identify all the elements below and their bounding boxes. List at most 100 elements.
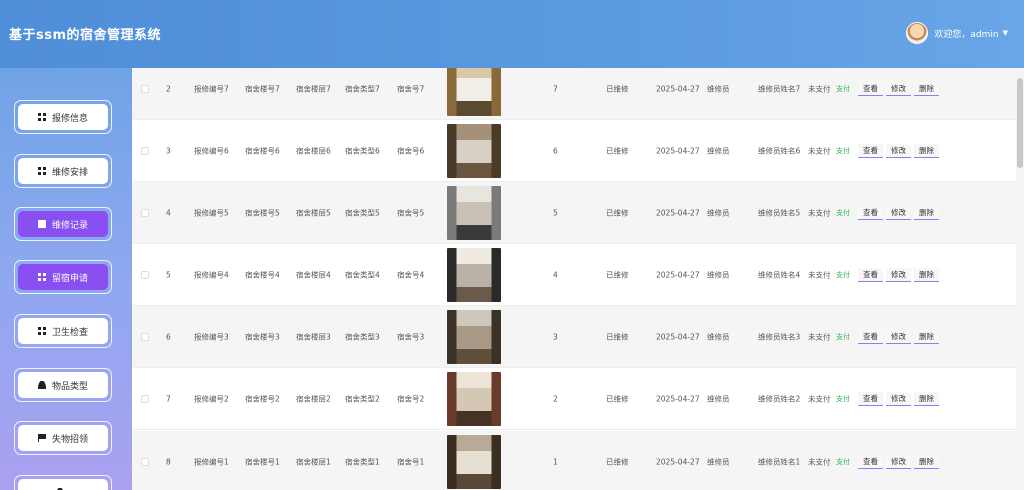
dorm-photo[interactable]	[447, 434, 501, 489]
grid-icon	[37, 167, 46, 175]
dorm-photo[interactable]	[447, 68, 501, 116]
table-row: 5 报修编号4 宿舍楼号4 宿舍楼层4 宿舍类型4 宿舍号4 4 已维修 202…	[132, 244, 1024, 306]
top-bar: 基于ssm的宿舍管理系统 欢迎您，admin ▼	[0, 0, 1024, 68]
payment-status: 未支付	[808, 457, 831, 466]
edit-button[interactable]: 修改	[886, 329, 911, 344]
repair-date: 2025-04-27	[656, 457, 700, 466]
row-index: 2	[166, 84, 171, 93]
repair-status: 已维修	[606, 84, 629, 93]
repair-status: 已维修	[606, 208, 629, 217]
floor: 宿舍楼层2	[296, 394, 331, 403]
monitor-icon	[37, 220, 46, 228]
floor: 宿舍楼层1	[296, 457, 331, 466]
sidebar-item-label: 失物招领	[51, 434, 88, 445]
app-title: 基于ssm的宿舍管理系统	[9, 28, 162, 43]
room-type: 宿舍类型4	[345, 270, 380, 279]
edit-button[interactable]: 修改	[886, 267, 911, 282]
delete-button[interactable]: 删除	[914, 454, 939, 469]
view-button[interactable]: 查看	[858, 267, 883, 282]
row-checkbox[interactable]	[141, 270, 149, 279]
edit-button[interactable]: 修改	[886, 143, 911, 158]
delete-button[interactable]: 删除	[914, 81, 939, 96]
row-index: 7	[166, 394, 171, 403]
edit-button[interactable]: 修改	[886, 81, 911, 96]
count: 5	[553, 208, 558, 217]
avatar	[906, 22, 929, 44]
sidebar-item-label: 维修记录	[51, 220, 88, 231]
view-button[interactable]: 查看	[858, 454, 883, 469]
delete-button[interactable]: 删除	[914, 267, 939, 282]
worker-account: 维修员	[707, 457, 730, 466]
floor: 宿舍楼层3	[296, 332, 331, 341]
pay-link[interactable]: 支付	[836, 84, 850, 94]
view-button[interactable]: 查看	[858, 329, 883, 344]
row-checkbox[interactable]	[141, 146, 149, 155]
row-checkbox[interactable]	[141, 84, 149, 93]
delete-button[interactable]: 删除	[914, 143, 939, 158]
delete-button[interactable]: 删除	[914, 329, 939, 344]
scrollbar-thumb[interactable]	[1017, 78, 1023, 168]
payment-status: 未支付	[808, 270, 831, 279]
floor: 宿舍楼层4	[296, 270, 331, 279]
sidebar-item-repair-records[interactable]: 维修记录	[8, 207, 118, 241]
sidebar-item-repair-info[interactable]: 报修信息	[8, 100, 118, 134]
building-number: 宿舍楼号4	[245, 270, 280, 279]
view-button[interactable]: 查看	[858, 205, 883, 220]
row-index: 4	[166, 208, 171, 217]
sidebar-item-label: 卫生检查	[51, 327, 88, 338]
dorm-photo[interactable]	[447, 371, 501, 426]
grid-icon	[37, 273, 46, 281]
sidebar-item-lost-and-found[interactable]: 失物招领	[8, 421, 118, 455]
dorm-photo[interactable]	[447, 123, 501, 178]
user-menu[interactable]: 欢迎您，admin ▼	[906, 22, 1008, 44]
building-number: 宿舍楼号3	[245, 332, 280, 341]
edit-button[interactable]: 修改	[886, 205, 911, 220]
sidebar-item-item-types[interactable]: 物品类型	[8, 368, 118, 402]
floor: 宿舍楼层6	[296, 146, 331, 155]
table-row: 2 报修编号7 宿舍楼号7 宿舍楼层7 宿舍类型7 宿舍号7 7 已维修 202…	[132, 68, 1024, 120]
row-checkbox[interactable]	[141, 457, 149, 466]
pay-link[interactable]: 支付	[836, 394, 850, 404]
dorm-photo[interactable]	[447, 247, 501, 302]
delete-button[interactable]: 删除	[914, 391, 939, 406]
sidebar-item-label: 留宿申请	[51, 273, 88, 284]
sidebar-item-partial[interactable]	[14, 475, 112, 490]
sidebar-item-overnight-request[interactable]: 留宿申请	[8, 260, 118, 294]
sidebar: 报修信息 维修安排 维修记录 留宿申请 卫生检查 物品类型 失物招领	[0, 68, 132, 490]
view-button[interactable]: 查看	[858, 143, 883, 158]
row-index: 5	[166, 270, 171, 279]
repair-date: 2025-04-27	[656, 84, 700, 93]
row-checkbox[interactable]	[141, 208, 149, 217]
pay-link[interactable]: 支付	[836, 208, 850, 218]
count: 2	[553, 394, 558, 403]
worker-name: 维修员姓名6	[758, 146, 801, 155]
delete-button[interactable]: 删除	[914, 205, 939, 220]
dorm-photo[interactable]	[447, 309, 501, 364]
pay-link[interactable]: 支付	[836, 270, 850, 280]
worker-account: 维修员	[707, 332, 730, 341]
pay-link[interactable]: 支付	[836, 146, 850, 156]
repair-number: 报修编号6	[194, 146, 229, 155]
row-checkbox[interactable]	[141, 332, 149, 341]
view-button[interactable]: 查看	[858, 81, 883, 96]
scrollbar[interactable]	[1016, 68, 1024, 490]
row-checkbox[interactable]	[141, 394, 149, 403]
table-row: 4 报修编号5 宿舍楼号5 宿舍楼层5 宿舍类型5 宿舍号5 5 已维修 202…	[132, 182, 1024, 244]
floor: 宿舍楼层5	[296, 208, 331, 217]
worker-name: 维修员姓名4	[758, 270, 801, 279]
edit-button[interactable]: 修改	[886, 454, 911, 469]
pay-link[interactable]: 支付	[836, 457, 850, 467]
edit-button[interactable]: 修改	[886, 391, 911, 406]
repair-date: 2025-04-27	[656, 394, 700, 403]
count: 4	[553, 270, 558, 279]
room-number: 宿舍号1	[397, 457, 425, 466]
count: 3	[553, 332, 558, 341]
pay-link[interactable]: 支付	[836, 332, 850, 342]
view-button[interactable]: 查看	[858, 391, 883, 406]
repair-date: 2025-04-27	[656, 208, 700, 217]
sidebar-item-hygiene-check[interactable]: 卫生检查	[8, 314, 118, 348]
row-index: 8	[166, 457, 171, 466]
payment-status: 未支付	[808, 394, 831, 403]
dorm-photo[interactable]	[447, 185, 501, 240]
sidebar-item-repair-schedule[interactable]: 维修安排	[8, 154, 118, 188]
